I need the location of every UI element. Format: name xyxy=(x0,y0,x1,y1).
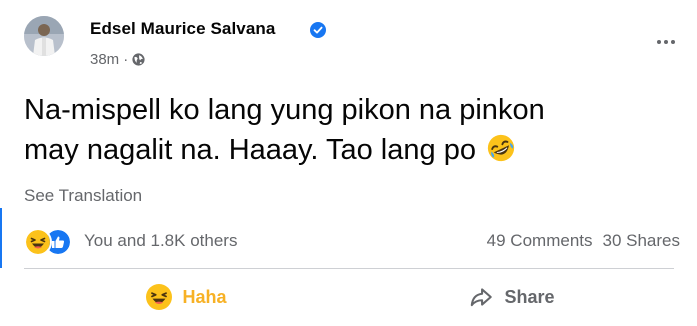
haha-reaction-icon xyxy=(24,228,52,256)
post-stats-bar: You and 1.8K others 49 Comments 30 Share… xyxy=(24,226,680,256)
share-button[interactable]: Share xyxy=(349,270,674,324)
see-translation-link[interactable]: See Translation xyxy=(24,186,142,206)
more-dot-icon xyxy=(671,40,675,44)
post-text-line-2-text: may nagalit na. Haaay. Tao lang po xyxy=(24,134,476,166)
meta-separator: · xyxy=(123,51,129,68)
avatar-image xyxy=(24,16,64,56)
avatar[interactable] xyxy=(24,16,64,56)
more-options-button[interactable] xyxy=(648,30,684,54)
actions-divider xyxy=(24,268,674,269)
comments-count-link[interactable]: 49 Comments xyxy=(487,231,593,251)
post-text-line-2: may nagalit na. Haaay. Tao lang po xyxy=(24,130,674,170)
post-actions-bar: Haha Share xyxy=(24,270,674,324)
shares-count-link[interactable]: 30 Shares xyxy=(603,231,681,251)
post-timestamp[interactable]: 38m xyxy=(90,51,119,68)
post-text: Na-mispell ko lang yung pikon na pinkon … xyxy=(24,90,674,170)
engagement-counts: 49 Comments 30 Shares xyxy=(487,231,680,251)
more-dot-icon xyxy=(664,40,668,44)
share-label: Share xyxy=(504,286,555,307)
post-meta: 38m · xyxy=(90,51,145,68)
post-text-line-1: Na-mispell ko lang yung pikon na pinkon xyxy=(24,94,545,126)
author-name[interactable]: Edsel Maurice Salvana xyxy=(90,19,275,39)
verified-badge-icon xyxy=(310,22,326,38)
post-header: Edsel Maurice Salvana 38m · xyxy=(24,14,675,74)
haha-label: Haha xyxy=(182,286,227,307)
more-dot-icon xyxy=(657,40,661,44)
haha-reaction-button[interactable]: Haha xyxy=(24,270,349,324)
globe-icon[interactable] xyxy=(132,53,145,66)
left-accent-bar xyxy=(0,208,2,268)
reaction-icons[interactable] xyxy=(24,228,74,256)
haha-icon xyxy=(146,284,173,310)
reactors-text[interactable]: You and 1.8K others xyxy=(84,231,237,251)
share-arrow-icon xyxy=(471,288,493,307)
rolling-laughing-emoji-icon xyxy=(487,134,515,162)
